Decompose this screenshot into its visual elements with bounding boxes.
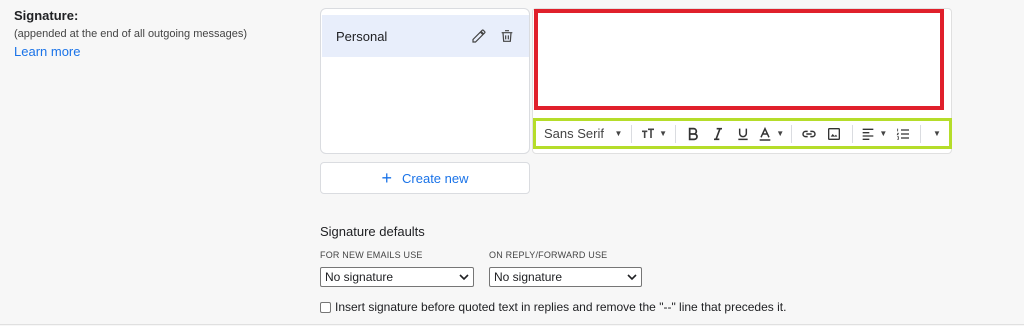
underline-button[interactable] — [731, 122, 756, 146]
image-icon — [828, 127, 841, 140]
toolbar-divider — [790, 124, 792, 143]
insert-before-quoted-checkbox[interactable] — [320, 301, 331, 313]
bold-button[interactable] — [681, 122, 706, 146]
font-size-button[interactable]: ▼ — [637, 122, 670, 146]
insert-link-button[interactable] — [797, 122, 822, 146]
new-emails-signature-select[interactable]: No signature — [320, 267, 474, 287]
insert-image-button[interactable] — [822, 122, 847, 146]
chevron-down-icon: ▼ — [659, 129, 668, 138]
italic-button[interactable] — [706, 122, 731, 146]
pencil-icon — [472, 29, 486, 43]
chevron-down-icon: ▼ — [776, 129, 785, 138]
signature-editor-textarea[interactable] — [534, 9, 944, 110]
section-divider — [0, 324, 1024, 325]
italic-icon — [714, 127, 723, 140]
formatting-toolbar: Sans Serif ▼ ▼ ▼ ▼ ▼ — [533, 118, 952, 149]
reply-forward-label: ON REPLY/FORWARD USE — [489, 250, 608, 260]
signature-section-subtitle: (appended at the end of all outgoing mes… — [14, 28, 247, 40]
toolbar-divider — [674, 124, 676, 143]
chevron-down-icon — [459, 274, 469, 281]
edit-signature-button[interactable] — [465, 22, 493, 50]
delete-signature-button[interactable] — [493, 22, 521, 50]
signature-item-label: Personal — [336, 28, 388, 44]
bold-icon — [689, 127, 699, 140]
chevron-down-icon: ▼ — [933, 129, 941, 138]
more-formatting-button[interactable]: ▼ — [926, 122, 945, 146]
align-button[interactable]: ▼ — [858, 122, 891, 146]
toolbar-divider — [631, 124, 633, 143]
numbered-list-icon — [896, 128, 909, 140]
reply-forward-signature-select[interactable]: No signature — [489, 267, 642, 287]
align-left-icon — [863, 128, 874, 140]
chevron-down-icon — [627, 274, 637, 281]
link-icon — [802, 130, 817, 137]
signature-section-title: Signature: — [14, 8, 79, 23]
toolbar-divider — [851, 124, 853, 143]
signature-list: Personal — [320, 8, 530, 154]
insert-before-quoted-label[interactable]: Insert signature before quoted text in r… — [335, 300, 786, 314]
reply-forward-select-value: No signature — [494, 270, 563, 284]
toolbar-divider — [919, 124, 921, 143]
new-emails-label: FOR NEW EMAILS USE — [320, 250, 423, 260]
chevron-down-icon: ▼ — [614, 129, 623, 138]
font-family-label: Sans Serif — [544, 126, 604, 141]
create-new-label: Create new — [402, 170, 469, 186]
insert-before-quoted-row: Insert signature before quoted text in r… — [320, 300, 786, 314]
text-size-icon — [642, 128, 655, 138]
create-new-signature-button[interactable]: + Create new — [320, 162, 530, 194]
text-color-icon — [759, 126, 771, 141]
font-family-select[interactable]: Sans Serif ▼ — [540, 122, 626, 146]
trash-icon — [501, 30, 513, 42]
new-emails-select-value: No signature — [325, 270, 394, 284]
signature-defaults-title: Signature defaults — [320, 224, 425, 239]
plus-icon: + — [381, 168, 393, 188]
underline-icon — [738, 128, 748, 140]
chevron-down-icon: ▼ — [879, 129, 888, 138]
signature-list-item-personal[interactable]: Personal — [322, 15, 529, 57]
numbered-list-button[interactable] — [890, 122, 915, 146]
learn-more-link[interactable]: Learn more — [14, 44, 80, 59]
text-color-button[interactable]: ▼ — [755, 122, 786, 146]
